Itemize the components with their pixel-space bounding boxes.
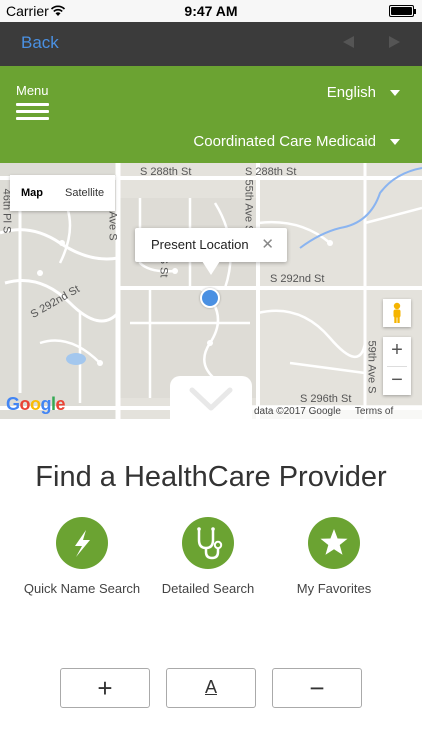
hamburger-menu-icon[interactable] [16, 103, 49, 121]
option-label: Detailed Search [161, 581, 255, 596]
map-view[interactable]: S 288th St S 288th St S 292nd St S 292nd… [0, 163, 422, 419]
collapse-map-button[interactable] [170, 376, 252, 419]
plan-value: Coordinated Care Medicaid [193, 133, 376, 150]
back-button[interactable]: Back [21, 33, 59, 53]
minus-icon: − [309, 673, 325, 703]
language-selector[interactable]: English [327, 84, 400, 101]
current-location-marker[interactable] [200, 288, 220, 308]
chevron-right-icon[interactable] [389, 36, 400, 48]
text-icon: A [204, 677, 217, 697]
zoom-control: + − [383, 337, 411, 395]
popup-text: Present Location [151, 237, 249, 252]
stethoscope-icon [182, 517, 234, 569]
street-label: S 288th St [140, 166, 192, 178]
map-attribution: data ©2017 GoogleTerms of Use [250, 405, 422, 419]
page-title: Find a HealthCare Provider [35, 461, 387, 493]
chevron-left-icon[interactable] [343, 36, 354, 48]
popup-tail [202, 261, 220, 275]
zoom-in-button[interactable]: + [383, 337, 411, 366]
text-size-button[interactable]: A [166, 668, 256, 708]
clock: 9:47 AM [184, 3, 238, 19]
option-label: My Favorites [296, 581, 372, 596]
pegman-icon[interactable] [383, 299, 411, 327]
lightning-icon [56, 517, 108, 569]
attribution-data: data ©2017 Google [254, 406, 341, 417]
app-screen: Carrier 9:47 AM Back Menu English Coordi… [0, 0, 422, 750]
language-value: English [326, 84, 376, 101]
street-label: S 296th St [300, 393, 352, 405]
status-bar: Carrier 9:47 AM [0, 0, 422, 22]
map-type-map[interactable]: Map [10, 175, 54, 211]
decrease-text-button[interactable]: − [272, 668, 362, 708]
plus-icon: + [97, 673, 113, 703]
map-type-switch: Map Satellite [10, 175, 116, 211]
chevron-down-icon [189, 387, 233, 411]
location-popup: Present Location ✕ [135, 228, 287, 275]
street-label: Ave S [106, 211, 119, 241]
option-label: Quick Name Search [23, 581, 141, 596]
map-type-satellite[interactable]: Satellite [54, 175, 115, 211]
zoom-out-button[interactable]: − [383, 367, 411, 396]
increase-text-button[interactable]: + [60, 668, 150, 708]
caret-down-icon [390, 90, 400, 97]
detailed-search-option[interactable]: Detailed Search [150, 517, 266, 596]
street-label: S 292nd St [270, 273, 325, 285]
caret-down-icon [390, 139, 400, 146]
battery-icon [389, 5, 416, 17]
street-label: 55th Ave S [242, 179, 255, 233]
quick-name-search-option[interactable]: Quick Name Search [22, 517, 142, 596]
google-logo: Google [6, 394, 66, 414]
street-label: S 288th St [245, 166, 297, 178]
my-favorites-option[interactable]: My Favorites [276, 517, 392, 596]
menu-label: Menu [16, 83, 49, 98]
browser-nav-bar: Back [0, 22, 422, 66]
app-header: Menu English Coordinated Care Medicaid [0, 66, 422, 163]
star-icon [308, 517, 360, 569]
close-icon[interactable]: ✕ [261, 235, 274, 253]
street-label: 59th Ave S [365, 340, 378, 394]
plan-selector[interactable]: Coordinated Care Medicaid [193, 133, 400, 150]
